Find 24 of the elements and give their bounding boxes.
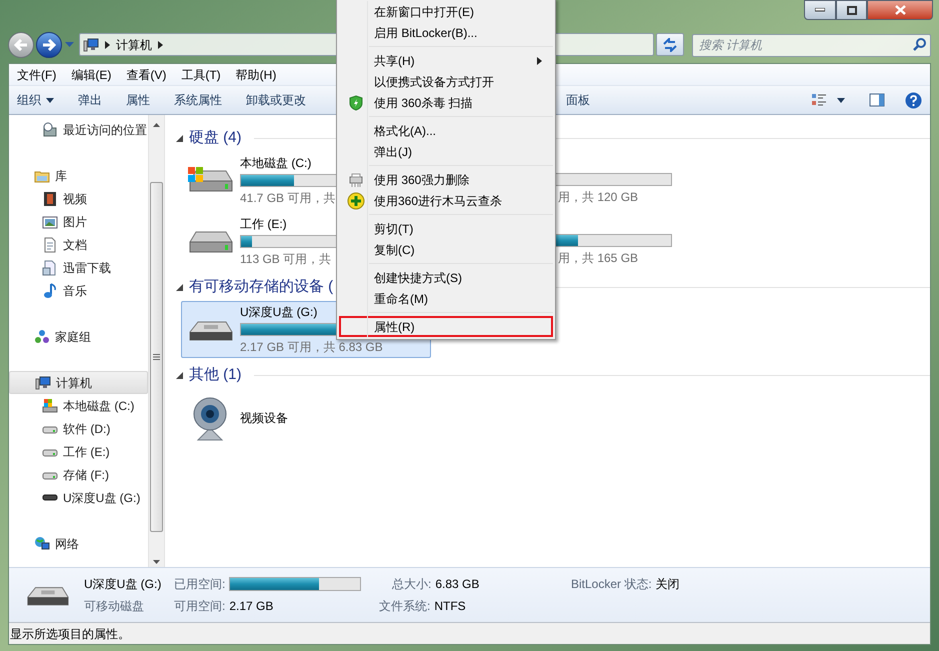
drive-name: U深度U盘 (G:) — [240, 304, 318, 321]
detail-label: 文件系统: — [379, 598, 430, 615]
group-heading: 硬盘 (4) — [189, 128, 242, 148]
drive-usage: 41.7 GB 可用，共 — [240, 190, 336, 207]
drive-name: 视频设备 — [240, 410, 288, 426]
status-text: 显示所选项目的属性。 — [10, 626, 130, 642]
drive-usage: 用，共 120 GB — [558, 189, 640, 206]
detail-value: 2.17 GB — [229, 598, 274, 615]
drive-usage: 用，共 165 GB — [558, 250, 640, 267]
detail-value: 6.83 GB — [435, 576, 480, 593]
detail-label: 可用空间: — [174, 598, 226, 615]
detail-label: BitLocker 状态: — [571, 576, 652, 593]
detail-value: 关闭 — [656, 576, 680, 593]
detail-label: 总大小: — [392, 576, 432, 593]
drive-usage: 2.17 GB 可用，共 6.83 GB — [240, 339, 383, 356]
group-heading: 有可移动存储的设备 ( — [189, 276, 334, 297]
detail-value: NTFS — [434, 598, 466, 615]
drive-name: 工作 (E:) — [240, 216, 287, 233]
group-heading: 其他 (1) — [189, 364, 242, 385]
drive-name: U深度U盘 (G:) — [84, 576, 162, 593]
detail-label: 已用空间: — [174, 576, 226, 593]
drive-name: 本地磁盘 (C:) — [240, 155, 312, 172]
drive-type: 可移动磁盘 — [84, 598, 145, 615]
drive-usage: 113 GB 可用，共 — [240, 251, 332, 268]
